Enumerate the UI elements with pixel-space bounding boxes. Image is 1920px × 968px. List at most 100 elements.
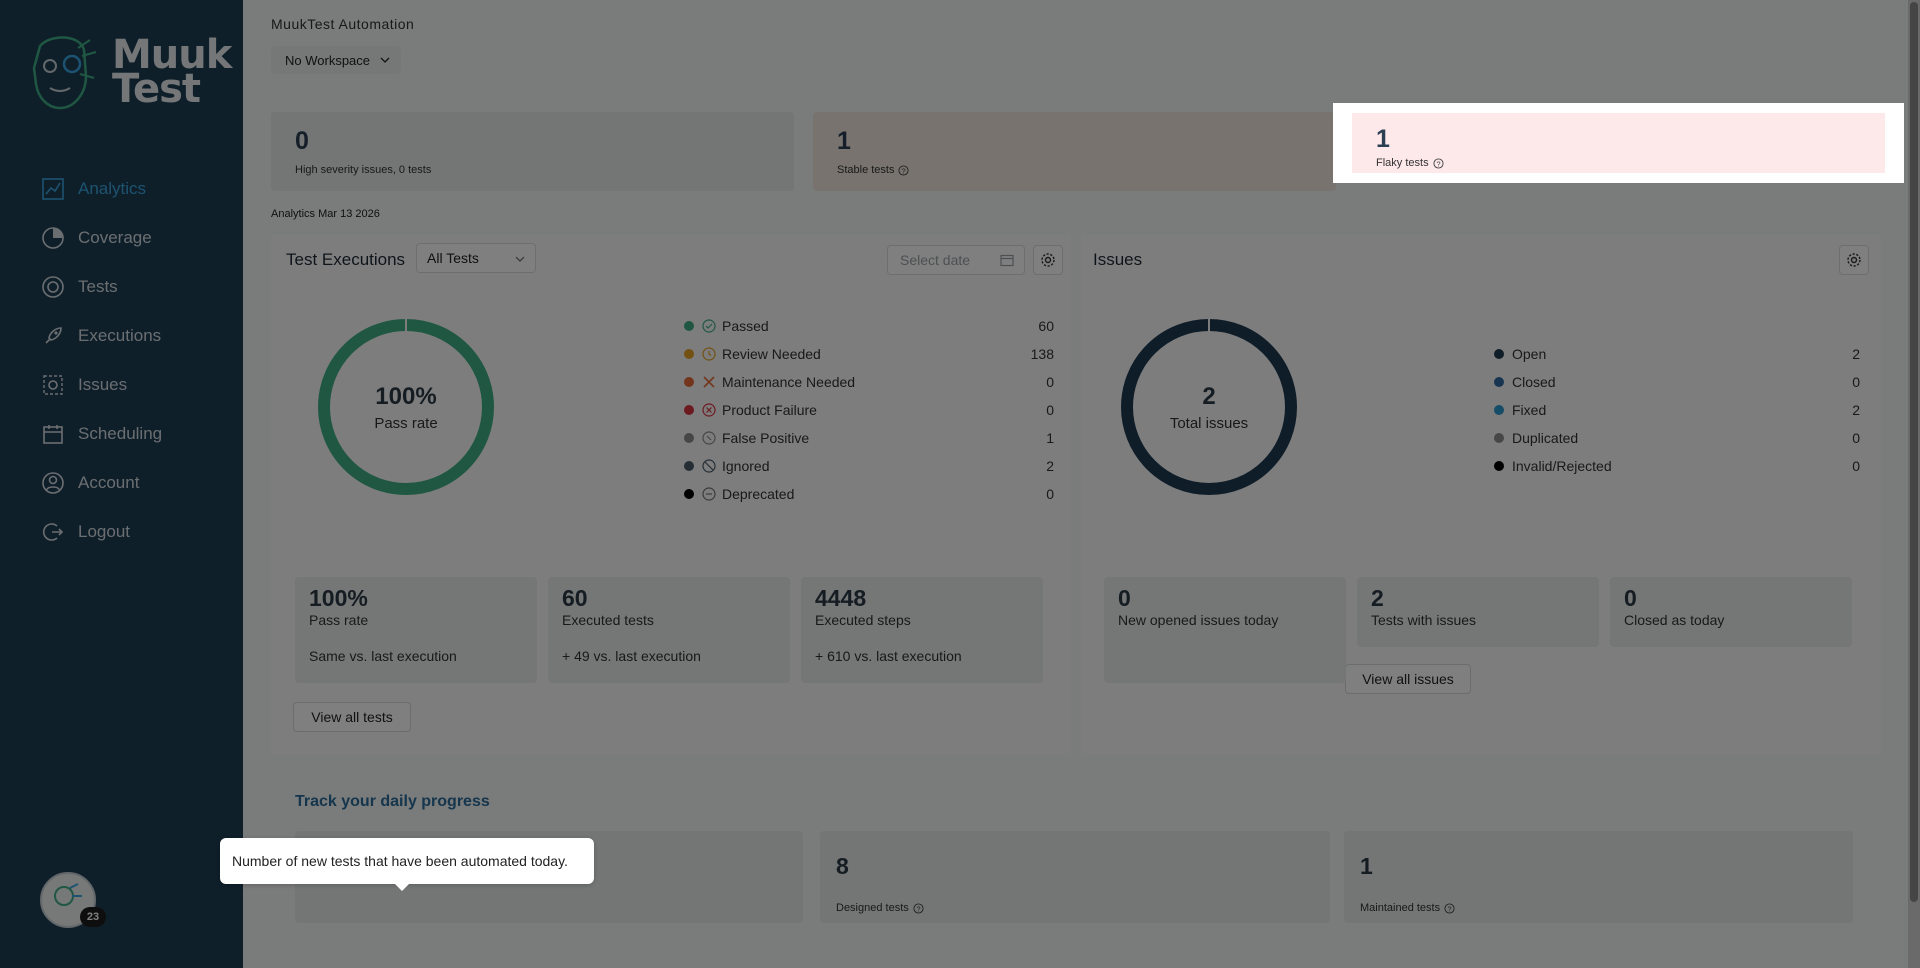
issues-settings-button[interactable] <box>1839 245 1869 275</box>
metric-value: 100% <box>309 585 368 611</box>
muuktest-logo[interactable]: Muuk Test <box>20 28 232 116</box>
legend-fixed[interactable]: Fixed 2 <box>1494 396 1860 424</box>
legend-value: 2 <box>1852 402 1860 418</box>
metric-value: 0 <box>1118 585 1131 611</box>
help-tooltip: Number of new tests that have been autom… <box>220 838 594 891</box>
metric-closed-today: 0 Closed as today <box>1610 577 1852 647</box>
legend-label: False Positive <box>722 430 810 446</box>
legend-review-needed[interactable]: Review Needed 138 <box>684 340 1054 368</box>
metric-pass-rate: 100% Pass rate Same vs. last execution <box>295 577 537 683</box>
sidebar-item-label: Logout <box>78 521 130 541</box>
svg-text:?: ? <box>916 904 920 913</box>
sidebar-item-label: Analytics <box>78 178 147 198</box>
maintained-tests-value: 1 <box>1360 853 1373 879</box>
calendar-icon <box>1000 254 1014 267</box>
bug-icon <box>40 372 66 398</box>
executions-legend: Passed 60 Review Needed 138 Maintenance … <box>684 312 1054 508</box>
notification-badge: 23 <box>80 907 106 927</box>
legend-duplicated[interactable]: Duplicated 0 <box>1494 424 1860 452</box>
calendar-icon <box>40 421 66 447</box>
check-circle-icon <box>702 319 716 333</box>
tests-filter-dropdown[interactable]: All Tests <box>416 243 536 273</box>
logout-icon <box>40 519 66 545</box>
sidebar: Muuk Test Analytics Coverage Tests Execu… <box>0 0 243 968</box>
metric-new-opened-issues: 0 New opened issues today <box>1104 577 1346 683</box>
legend-value: 138 <box>1030 346 1054 362</box>
legend-value: 0 <box>1046 374 1054 390</box>
sidebar-item-tests[interactable]: Tests <box>0 262 243 311</box>
legend-label: Passed <box>722 318 769 334</box>
pass-rate-value: 100% <box>375 382 437 410</box>
help-icon[interactable]: ? <box>1433 157 1444 169</box>
legend-closed[interactable]: Closed 0 <box>1494 368 1860 396</box>
flaky-tests-card[interactable]: 1 Flaky tests ? <box>1352 113 1885 173</box>
legend-dot <box>684 321 694 331</box>
scrollbar-thumb[interactable] <box>1910 2 1918 902</box>
help-icon[interactable]: ? <box>913 902 924 914</box>
analytics-date: Analytics Mar 13 2026 <box>271 208 380 220</box>
legend-value: 0 <box>1852 430 1860 446</box>
page-scrollbar[interactable] <box>1908 0 1920 968</box>
flaky-tests-label: Flaky tests <box>1376 157 1429 169</box>
sidebar-item-label: Issues <box>78 374 128 394</box>
legend-label: Invalid/Rejected <box>1512 458 1612 474</box>
tests-icon <box>40 274 66 300</box>
legend-product-failure[interactable]: Product Failure 0 <box>684 396 1054 424</box>
view-all-tests-button[interactable]: View all tests <box>293 702 411 732</box>
tools-icon <box>702 375 716 389</box>
metric-tests-with-issues: 2 Tests with issues <box>1357 577 1599 647</box>
legend-ignored[interactable]: Ignored 2 <box>684 452 1054 480</box>
metric-label: New opened issues today <box>1118 612 1279 628</box>
legend-dot <box>684 405 694 415</box>
legend-label: Open <box>1512 346 1547 362</box>
view-all-issues-button[interactable]: View all issues <box>1345 664 1471 694</box>
executions-settings-button[interactable] <box>1033 245 1063 275</box>
pass-rate-donut: 100% Pass rate <box>316 317 496 497</box>
user-icon <box>40 470 66 496</box>
sidebar-item-executions[interactable]: Executions <box>0 311 243 360</box>
ban-icon <box>702 459 716 473</box>
metric-value: 2 <box>1371 585 1384 611</box>
legend-dot <box>1494 377 1504 387</box>
gear-icon <box>1041 253 1055 267</box>
tests-filter-value: All Tests <box>427 250 479 266</box>
sidebar-nav: Analytics Coverage Tests Executions Issu… <box>0 164 243 556</box>
sidebar-item-label: Executions <box>78 325 162 345</box>
legend-dot <box>1494 433 1504 443</box>
help-icon[interactable]: ? <box>898 164 910 176</box>
legend-value: 0 <box>1852 458 1860 474</box>
robot-face-icon <box>32 36 97 110</box>
high-severity-card[interactable]: 0 High severity issues, 0 tests <box>271 112 794 191</box>
clock-icon <box>702 347 716 361</box>
legend-invalid-rejected[interactable]: Invalid/Rejected 0 <box>1494 452 1860 480</box>
date-picker[interactable]: Select date <box>887 245 1025 275</box>
legend-label: Deprecated <box>722 486 795 502</box>
legend-maintenance-needed[interactable]: Maintenance Needed 0 <box>684 368 1054 396</box>
sidebar-item-label: Scheduling <box>78 423 163 443</box>
minus-circle-icon <box>702 487 716 501</box>
legend-value: 0 <box>1046 402 1054 418</box>
maintained-tests-label: Maintained tests <box>1360 902 1441 914</box>
legend-dot <box>684 433 694 443</box>
legend-open[interactable]: Open 2 <box>1494 340 1860 368</box>
sidebar-item-label: Tests <box>78 276 118 296</box>
sidebar-item-analytics[interactable]: Analytics <box>0 164 243 213</box>
legend-value: 2 <box>1852 346 1860 362</box>
sidebar-item-issues[interactable]: Issues <box>0 360 243 409</box>
legend-dot <box>1494 405 1504 415</box>
workspace-dropdown[interactable]: No Workspace <box>271 46 401 74</box>
legend-dot <box>684 349 694 359</box>
legend-dot <box>1494 461 1504 471</box>
help-icon[interactable]: ? <box>1444 902 1455 914</box>
metric-compare: + 49 vs. last execution <box>562 648 701 664</box>
sidebar-item-logout[interactable]: Logout <box>0 507 243 556</box>
svg-text:?: ? <box>902 166 906 175</box>
sidebar-item-account[interactable]: Account <box>0 458 243 507</box>
sidebar-item-scheduling[interactable]: Scheduling <box>0 409 243 458</box>
stable-tests-card[interactable]: 1 Stable tests ? <box>813 112 1336 191</box>
sidebar-item-coverage[interactable]: Coverage <box>0 213 243 262</box>
legend-deprecated[interactable]: Deprecated 0 <box>684 480 1054 508</box>
legend-passed[interactable]: Passed 60 <box>684 312 1054 340</box>
legend-false-positive[interactable]: False Positive 1 <box>684 424 1054 452</box>
legend-value: 1 <box>1046 430 1054 446</box>
